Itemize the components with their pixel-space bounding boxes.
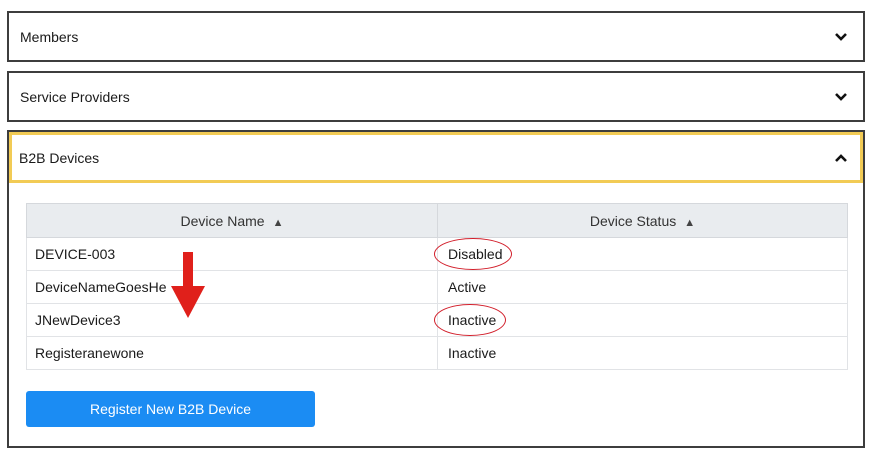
chevron-down-icon bbox=[833, 89, 849, 105]
red-arrow-annotation-icon bbox=[171, 252, 205, 318]
table-row[interactable]: DeviceNameGoesHe Active bbox=[26, 270, 848, 304]
b2b-devices-header-frame: B2B Devices bbox=[9, 132, 863, 183]
b2b-devices-header[interactable]: B2B Devices bbox=[12, 135, 860, 180]
device-name-cell: DeviceNameGoesHe bbox=[26, 270, 438, 304]
device-status-column-header[interactable]: Device Status ▲︎ bbox=[437, 203, 848, 238]
service-providers-header[interactable]: Service Providers bbox=[9, 73, 863, 120]
device-status-value: Active bbox=[448, 279, 487, 295]
sort-icon[interactable]: ▲︎ bbox=[273, 217, 284, 229]
device-name-cell: Registeranewone bbox=[26, 336, 438, 370]
table-row[interactable]: JNewDevice3 Inactive bbox=[26, 303, 848, 337]
members-header[interactable]: Members bbox=[9, 13, 863, 60]
device-status-cell: Inactive bbox=[433, 303, 848, 337]
device-status-value: Inactive bbox=[433, 304, 507, 336]
b2b-devices-label: B2B Devices bbox=[19, 149, 100, 166]
members-panel: Members bbox=[7, 11, 865, 62]
table-row[interactable]: DEVICE-003 Disabled bbox=[26, 237, 848, 271]
device-name-column-header[interactable]: Device Name ▲︎ bbox=[26, 203, 438, 238]
device-status-value: Disabled bbox=[433, 238, 514, 270]
sort-icon[interactable]: ▲︎ bbox=[684, 217, 695, 229]
members-label: Members bbox=[20, 28, 79, 45]
device-status-value: Inactive bbox=[448, 345, 497, 361]
device-status-cell: Inactive bbox=[437, 336, 848, 370]
chevron-up-icon bbox=[833, 150, 849, 166]
table-header-row: Device Name ▲︎ Device Status ▲︎ bbox=[26, 203, 848, 238]
b2b-devices-table: Device Name ▲︎ Device Status ▲︎ DEVICE-003… bbox=[26, 203, 848, 370]
device-status-cell: Disabled bbox=[433, 237, 848, 271]
chevron-down-icon bbox=[833, 29, 849, 45]
service-providers-label: Service Providers bbox=[20, 88, 130, 105]
b2b-devices-panel: B2B Devices Device Name ▲︎ Device Status ▲… bbox=[7, 130, 865, 448]
table-row[interactable]: Registeranewone Inactive bbox=[26, 336, 848, 370]
device-name-cell: JNewDevice3 bbox=[26, 303, 438, 337]
register-new-b2b-device-button[interactable]: Register New B2B Device bbox=[26, 391, 315, 427]
service-providers-panel: Service Providers bbox=[7, 71, 865, 122]
device-name-cell: DEVICE-003 bbox=[26, 237, 438, 271]
device-status-cell: Active bbox=[437, 270, 848, 304]
